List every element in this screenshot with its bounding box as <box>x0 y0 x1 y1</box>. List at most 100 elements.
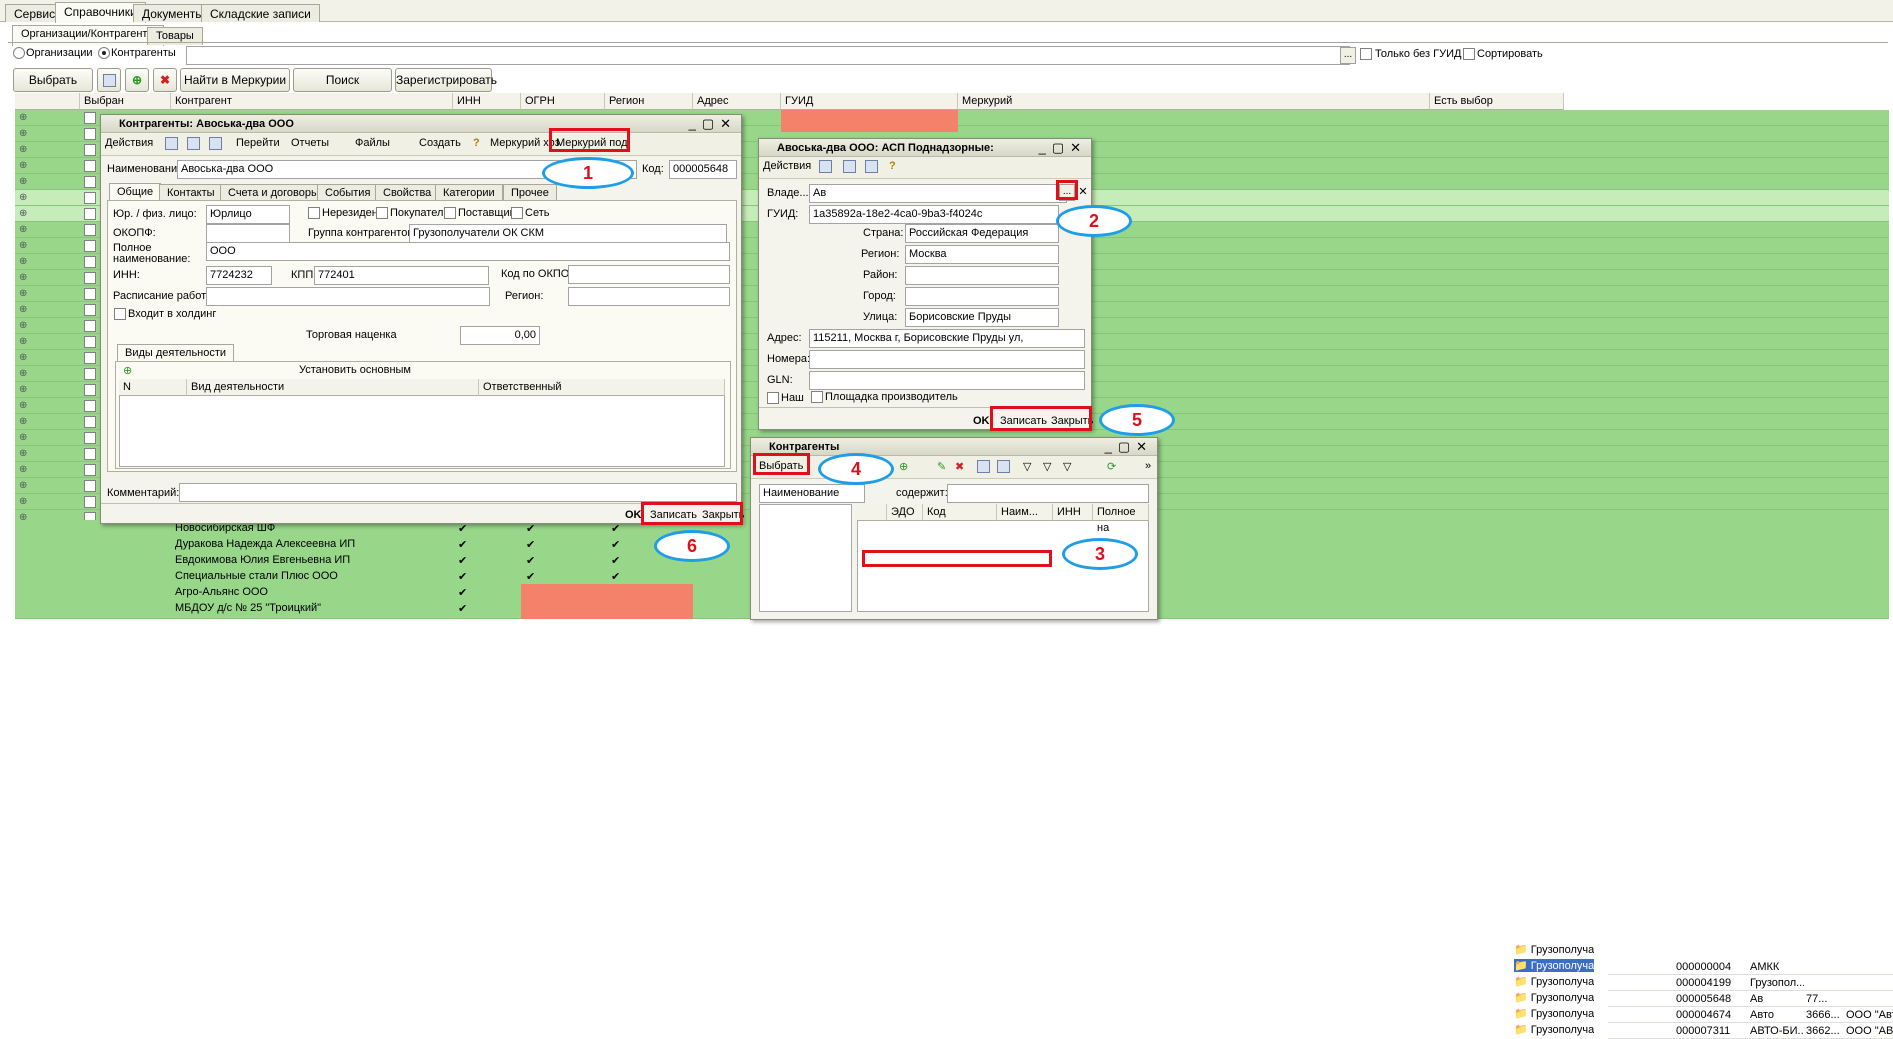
buyer-checkbox[interactable] <box>376 207 388 219</box>
expand-icon[interactable]: ⊕ <box>19 384 27 395</box>
street-field[interactable]: Борисовские Пруды <box>905 308 1059 327</box>
numbers-field[interactable] <box>809 350 1085 369</box>
region-field[interactable] <box>568 287 730 306</box>
window-controls[interactable]: _▢✕ <box>1105 439 1153 455</box>
folder-item[interactable]: 📁 Грузополуча <box>1514 991 1594 1004</box>
radio-contractors[interactable] <box>98 47 110 59</box>
tab-warehouse[interactable]: Складские записи <box>201 4 320 22</box>
expand-icon[interactable]: ⊕ <box>19 272 27 283</box>
row-select-checkbox[interactable] <box>84 448 96 460</box>
net-checkbox[interactable] <box>511 207 523 219</box>
row-select-checkbox[interactable] <box>84 192 96 204</box>
col-full[interactable]: Полное на <box>1093 504 1149 534</box>
actions-menu[interactable]: Действия <box>763 160 811 172</box>
filter-list-icon[interactable]: ▽ <box>1043 460 1051 473</box>
markup-field[interactable]: 0,00 <box>460 326 540 345</box>
row-select-checkbox[interactable] <box>84 240 96 252</box>
tab-categories[interactable]: Категории <box>435 184 503 201</box>
row-select-checkbox[interactable] <box>84 320 96 332</box>
refresh-button[interactable] <box>97 68 121 92</box>
tab-general[interactable]: Общие <box>109 183 162 200</box>
row-select-checkbox[interactable] <box>84 128 96 140</box>
grid-col-region[interactable]: Регион <box>605 93 693 110</box>
reports-menu[interactable]: Отчеты <box>291 137 329 149</box>
edit-icon[interactable]: ✎ <box>937 460 946 473</box>
register-button[interactable]: Зарегистрировать <box>395 68 497 92</box>
save-icon[interactable] <box>165 137 178 150</box>
row-select-checkbox[interactable] <box>84 208 96 220</box>
save-icon[interactable] <box>819 160 832 173</box>
sort-checkbox[interactable] <box>1463 48 1475 60</box>
code-field[interactable]: 000005648 <box>669 160 737 179</box>
folder-item[interactable]: 📁 Грузополуча <box>1514 975 1594 988</box>
row-select-checkbox[interactable] <box>84 176 96 188</box>
delete-icon[interactable]: ✖ <box>955 460 964 473</box>
row-select-checkbox[interactable] <box>84 464 96 476</box>
expand-icon[interactable]: ⊕ <box>19 112 27 123</box>
search-dots-button[interactable]: ... <box>1340 47 1356 64</box>
tab-events[interactable]: События <box>317 184 379 201</box>
refresh-icon[interactable] <box>209 137 222 150</box>
help-icon[interactable]: ? <box>889 160 896 172</box>
expand-icon[interactable]: ⊕ <box>19 336 27 347</box>
expand-icon[interactable]: ⊕ <box>19 144 27 155</box>
col-edo[interactable]: ЭДО <box>887 504 923 521</box>
col-code[interactable]: Код <box>923 504 997 521</box>
country-field[interactable]: Российская Федерация <box>905 224 1059 243</box>
our-checkbox[interactable] <box>767 392 779 404</box>
expand-icon[interactable]: ⊕ <box>19 208 27 219</box>
expand-icon[interactable]: ⊕ <box>19 480 27 491</box>
create-menu[interactable]: Создать <box>419 137 461 149</box>
folder-item[interactable]: 📁 Грузополуча <box>1514 1007 1594 1020</box>
expand-icon[interactable]: ⊕ <box>19 320 27 331</box>
full-name-field[interactable]: ООО <box>206 242 730 261</box>
expand-icon[interactable]: ⊕ <box>19 240 27 251</box>
expand-icon[interactable]: ⊕ <box>19 128 27 139</box>
row-select-checkbox[interactable] <box>84 496 96 508</box>
row-select-checkbox[interactable] <box>84 336 96 348</box>
comment-field[interactable] <box>179 483 737 502</box>
folder-item[interactable]: 📁 Грузополуча <box>1514 1023 1594 1036</box>
grid-col-inn[interactable]: ИНН <box>453 93 521 110</box>
city-field[interactable] <box>905 287 1059 306</box>
ok-button[interactable]: OK <box>973 415 990 427</box>
expand-icon[interactable]: ⊕ <box>19 496 27 507</box>
row-select-checkbox[interactable] <box>84 272 96 284</box>
guid-field[interactable]: 1a35892a-18e2-4ca0-9ba3-f4024c <box>809 205 1059 224</box>
row-select-checkbox[interactable] <box>84 112 96 124</box>
goto-menu[interactable]: Перейти <box>236 137 280 149</box>
clear-icon[interactable]: ✕ <box>1077 187 1089 199</box>
gln-field[interactable] <box>809 371 1085 390</box>
row-select-checkbox[interactable] <box>84 160 96 172</box>
folder-item[interactable]: 📁 Грузополуча <box>1514 959 1594 972</box>
expand-icon[interactable]: ⊕ <box>19 192 27 203</box>
search-requisites-button[interactable]: Поиск реквизитов <box>293 68 392 109</box>
add-activity-icon[interactable]: ⊕ <box>123 364 132 377</box>
print-icon[interactable] <box>187 137 200 150</box>
expand-icon[interactable]: ⊕ <box>19 352 27 363</box>
tab-properties[interactable]: Свойства <box>375 184 440 201</box>
delete-button[interactable]: ✖ <box>153 68 177 92</box>
expand-icon[interactable]: ⊕ <box>19 400 27 411</box>
row-select-checkbox[interactable] <box>84 352 96 364</box>
region-field[interactable]: Москва <box>905 245 1059 264</box>
filter-menu-icon[interactable]: ▽ <box>1063 460 1071 473</box>
col-name[interactable]: Наим... <box>997 504 1053 521</box>
row-select-checkbox[interactable] <box>84 224 96 236</box>
row-select-checkbox[interactable] <box>84 480 96 492</box>
expand-icon[interactable]: ⊕ <box>19 176 27 187</box>
okopf-field[interactable] <box>206 224 290 243</box>
grid-col-selected[interactable]: Выбран <box>80 93 171 110</box>
window-controls[interactable]: _▢✕ <box>689 116 737 132</box>
inn-field[interactable]: 7724232 <box>206 266 272 285</box>
radio-organizations[interactable] <box>13 47 25 59</box>
search-input[interactable] <box>186 46 1350 65</box>
grid-col-ogrn[interactable]: ОГРН <box>521 93 605 110</box>
tab-accounts[interactable]: Счета и договоры <box>220 184 327 201</box>
more-icon[interactable]: » <box>1145 460 1151 472</box>
folder-icon[interactable] <box>977 460 990 473</box>
grid-col-mercury[interactable]: Меркурий <box>958 93 1430 110</box>
expand-icon[interactable]: ⊕ <box>19 224 27 235</box>
help-icon[interactable]: ? <box>473 137 480 149</box>
address-field[interactable]: 115211, Москва г, Борисовские Пруды ул, <box>809 329 1085 348</box>
